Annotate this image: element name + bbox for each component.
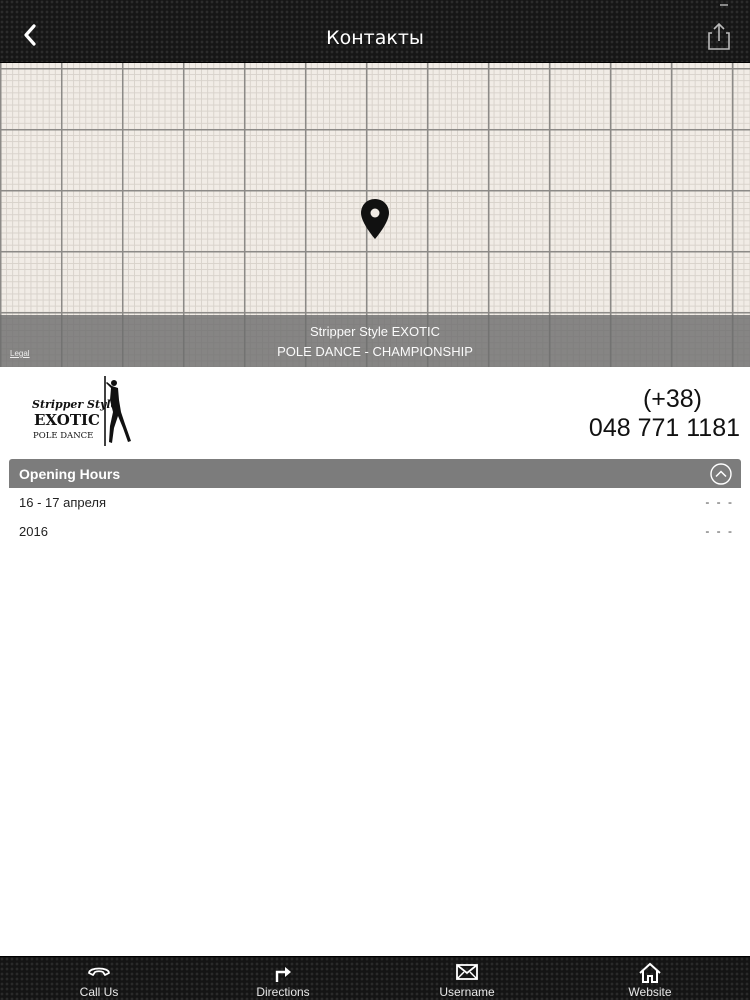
map-caption-title: Stripper Style EXOTIC bbox=[309, 324, 441, 339]
phone-number[interactable]: (+38) 048 771 1181 bbox=[589, 385, 740, 443]
dancer-silhouette-icon bbox=[106, 380, 131, 443]
legal-link[interactable]: Legal bbox=[10, 349, 30, 358]
phone-country-code: (+38) bbox=[642, 385, 702, 413]
map-view[interactable]: Stripper Style EXOTIC POLE DANCE - CHAMP… bbox=[0, 63, 750, 367]
opening-hours-row-value: - - - bbox=[705, 495, 734, 509]
map-caption-subtitle: POLE DANCE - CHAMPIONSHIP bbox=[277, 344, 473, 359]
tab-call-us[interactable]: Call Us bbox=[39, 957, 159, 1000]
opening-hours-title: Opening Hours bbox=[19, 466, 121, 482]
share-icon bbox=[708, 22, 730, 50]
tab-label: Username bbox=[439, 985, 495, 999]
opening-hours-header[interactable]: Opening Hours bbox=[9, 459, 741, 488]
bottom-tab-bar: Call Us Directions Username Website bbox=[0, 956, 750, 1000]
business-logo: Stripper Style EXOTIC POLE DANCE bbox=[30, 374, 138, 448]
nav-header: Контакты bbox=[0, 0, 750, 63]
tab-label: Website bbox=[628, 985, 672, 999]
tab-username[interactable]: Username bbox=[407, 957, 527, 1000]
opening-hours-row-value: - - - bbox=[705, 524, 734, 538]
logo-text-line2: EXOTIC bbox=[34, 411, 100, 429]
tab-label: Call Us bbox=[79, 985, 119, 999]
directions-icon bbox=[275, 967, 291, 982]
envelope-icon bbox=[456, 964, 478, 980]
tab-website[interactable]: Website bbox=[590, 957, 710, 1000]
status-indicator bbox=[720, 4, 728, 6]
opening-hours-row-label: 16 - 17 апреля bbox=[19, 495, 107, 510]
map-pin-marker[interactable] bbox=[360, 198, 390, 240]
tab-label: Directions bbox=[256, 985, 310, 999]
map-pin-icon bbox=[361, 199, 389, 239]
home-icon bbox=[639, 962, 661, 983]
chevron-up-circle-icon[interactable] bbox=[710, 463, 732, 485]
phone-icon bbox=[88, 967, 110, 976]
phone-local-number: 048 771 1181 bbox=[588, 414, 740, 442]
page-title: Контакты bbox=[326, 27, 424, 49]
opening-hours-row-label: 2016 bbox=[19, 524, 48, 539]
tab-directions[interactable]: Directions bbox=[223, 957, 343, 1000]
map-caption: Stripper Style EXOTIC POLE DANCE - CHAMP… bbox=[0, 315, 750, 367]
logo-text-line3: POLE DANCE bbox=[33, 431, 93, 441]
share-button[interactable] bbox=[706, 22, 732, 52]
